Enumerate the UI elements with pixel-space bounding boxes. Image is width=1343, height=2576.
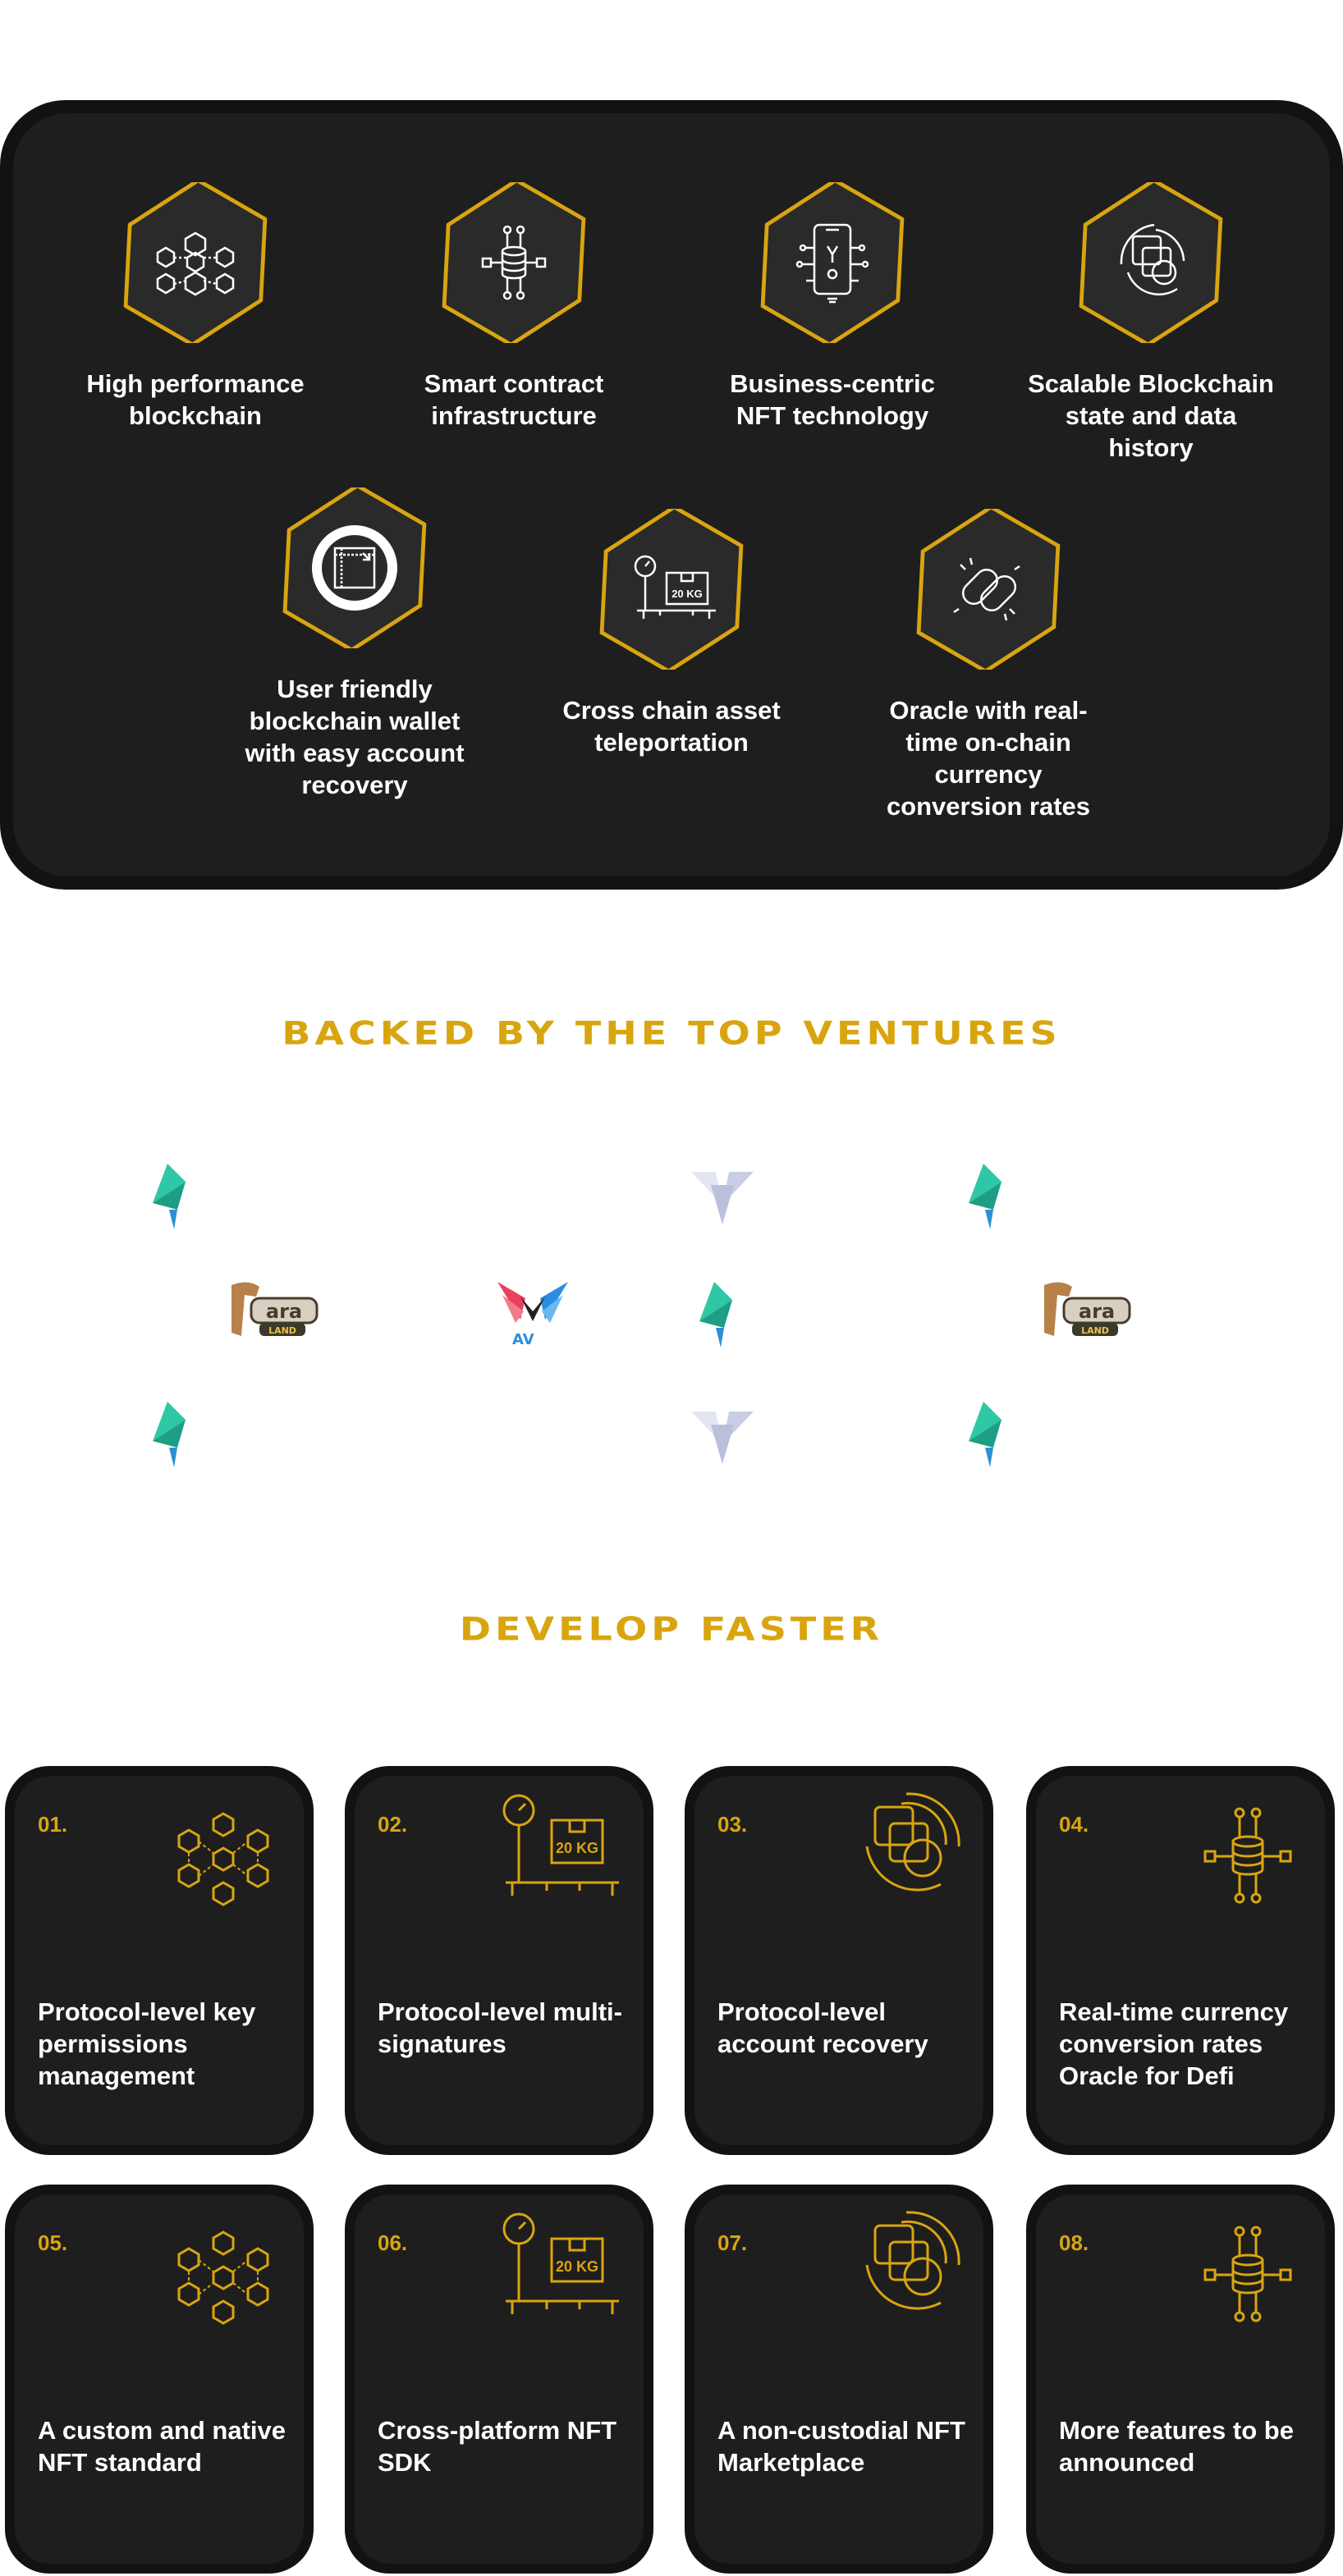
- white-v-logo[interactable]: [691, 1408, 754, 1467]
- feature-cross-chain: 20 KG Cross chain asset teleportation: [540, 509, 803, 758]
- network-cubes-icon: [177, 2231, 269, 2325]
- card-number: 07.: [717, 2231, 748, 2255]
- card-label: Cross-platform NFT SDK: [378, 2416, 617, 2477]
- phone-circuit-icon: [760, 182, 905, 343]
- svg-text:ara: ara: [266, 1300, 302, 1323]
- card-label: A non-custodial NFT Marketplace: [717, 2416, 965, 2477]
- card-number: 06.: [378, 2231, 408, 2255]
- scale-box-icon: 20 KG: [599, 509, 744, 670]
- feature-card[interactable]: 06. 20 KG Cross-platform NFT SDK: [345, 2185, 653, 2574]
- feature-card[interactable]: 07. A non-custodial NFT Marketplace: [685, 2185, 993, 2574]
- card-label: A custom and native NFT standard: [38, 2416, 286, 2477]
- teal-leaf-logo[interactable]: [960, 1164, 1006, 1229]
- svg-text:AV: AV: [512, 1331, 534, 1346]
- database-nodes-icon: [442, 182, 586, 343]
- ventures-title: BACKED BY THE TOP VENTURES: [282, 1014, 1061, 1052]
- feature-oracle: Oracle with real-time on-chain currency …: [857, 509, 1120, 822]
- feature-card[interactable]: 04. Real-time currency conversion rates …: [1026, 1766, 1335, 2155]
- feature-label: User friendly blockchain wallet with eas…: [245, 675, 465, 799]
- av-wings-logo[interactable]: AV: [496, 1279, 570, 1348]
- teal-leaf-logo[interactable]: [144, 1164, 190, 1229]
- feature-smart-contract: Smart contract infrastructure: [383, 182, 645, 432]
- svg-text:20 KG: 20 KG: [672, 588, 703, 600]
- scale-box-icon: 20 KG: [502, 1794, 621, 1897]
- feature-scalable-blockchain: Scalable Blockchain state and data histo…: [1020, 182, 1282, 464]
- feature-card[interactable]: 03. Protocol-level account recovery: [685, 1766, 993, 2155]
- database-nodes-icon: [1203, 1807, 1292, 1904]
- feature-card[interactable]: 08. More features to be announced: [1026, 2185, 1335, 2574]
- layers-arc-icon: [1079, 182, 1223, 343]
- teal-leaf-logo[interactable]: [960, 1402, 1006, 1467]
- card-label: Protocol-level multi-signatures: [378, 1997, 622, 2058]
- card-number: 05.: [38, 2231, 68, 2255]
- card-number: 04.: [1059, 1812, 1089, 1837]
- feature-label: Oracle with real-time on-chain currency …: [886, 696, 1091, 821]
- feature-label: Smart contract infrastructure: [424, 369, 604, 430]
- card-number: 03.: [717, 1812, 748, 1837]
- svg-text:20 KG: 20 KG: [556, 1840, 598, 1856]
- card-label: Protocol-level key permissions managemen…: [38, 1997, 256, 2090]
- wallet-square-icon: [282, 487, 427, 648]
- layers-arc-icon: [865, 1792, 960, 1892]
- card-label: Real-time currency conversion rates Orac…: [1059, 1997, 1289, 2090]
- feature-business-nft: Business-centric NFT technology: [701, 182, 964, 432]
- network-cubes-icon: [123, 182, 268, 343]
- svg-text:LAND: LAND: [1081, 1325, 1109, 1336]
- feature-card[interactable]: 05. A custom and native NFT standard: [5, 2185, 314, 2574]
- svg-text:LAND: LAND: [268, 1325, 296, 1336]
- feature-label: High performance blockchain: [86, 369, 305, 430]
- database-nodes-icon: [1203, 2226, 1292, 2322]
- card-number: 08.: [1059, 2231, 1089, 2255]
- feature-label: Scalable Blockchain state and data histo…: [1028, 369, 1274, 462]
- feature-label: Cross chain asset teleportation: [562, 696, 781, 757]
- card-number: 01.: [38, 1812, 68, 1837]
- svg-text:20 KG: 20 KG: [556, 2258, 598, 2275]
- card-label: Protocol-level account recovery: [717, 1997, 928, 2058]
- teal-leaf-logo[interactable]: [691, 1282, 737, 1347]
- feature-card[interactable]: 01. Protocol-level key permissions manag…: [5, 1766, 314, 2155]
- layers-arc-icon: [865, 2211, 960, 2310]
- tara-land-logo[interactable]: ara LAND: [1036, 1279, 1133, 1344]
- develop-title: DEVELOP FASTER: [459, 1610, 884, 1648]
- teal-leaf-logo[interactable]: [144, 1402, 190, 1467]
- scale-box-icon: 20 KG: [502, 2212, 621, 2316]
- white-v-logo[interactable]: [691, 1169, 754, 1228]
- tara-land-logo[interactable]: ara LAND: [223, 1279, 320, 1344]
- feature-high-performance: High performance blockchain: [64, 182, 327, 432]
- feature-card[interactable]: 02. 20 KG Protocol-level multi-signature…: [345, 1766, 653, 2155]
- feature-wallet: User friendly blockchain wallet with eas…: [223, 487, 486, 801]
- feature-label: Business-centric NFT technology: [730, 369, 935, 430]
- card-label: More features to be announced: [1059, 2416, 1294, 2477]
- chain-link-icon: [916, 509, 1061, 670]
- card-number: 02.: [378, 1812, 408, 1837]
- network-cubes-icon: [177, 1812, 269, 1906]
- svg-text:ara: ara: [1079, 1300, 1115, 1323]
